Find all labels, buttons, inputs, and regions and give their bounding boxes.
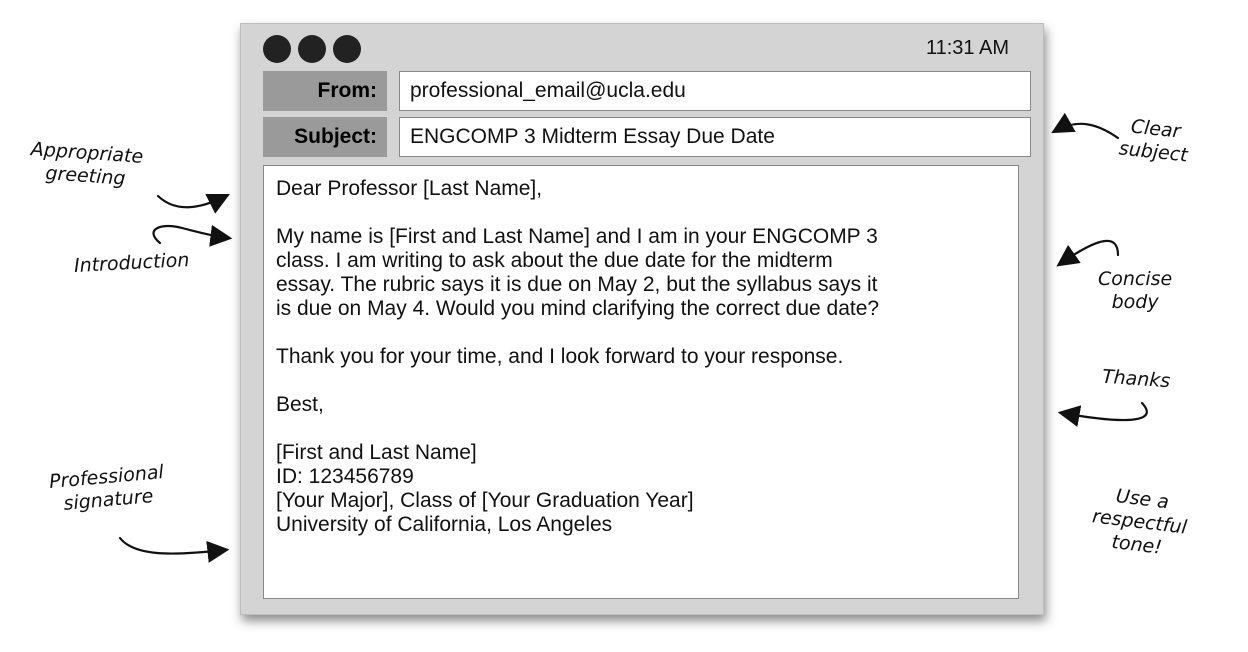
greeting-arrow — [156, 194, 230, 214]
annotation-arrows — [118, 112, 1148, 563]
signature-arrow — [118, 536, 230, 563]
introduction-arrow — [152, 224, 233, 247]
body-arrow — [1056, 239, 1120, 267]
subject-arrow — [1051, 112, 1120, 140]
thanks-arrow — [1057, 401, 1148, 427]
